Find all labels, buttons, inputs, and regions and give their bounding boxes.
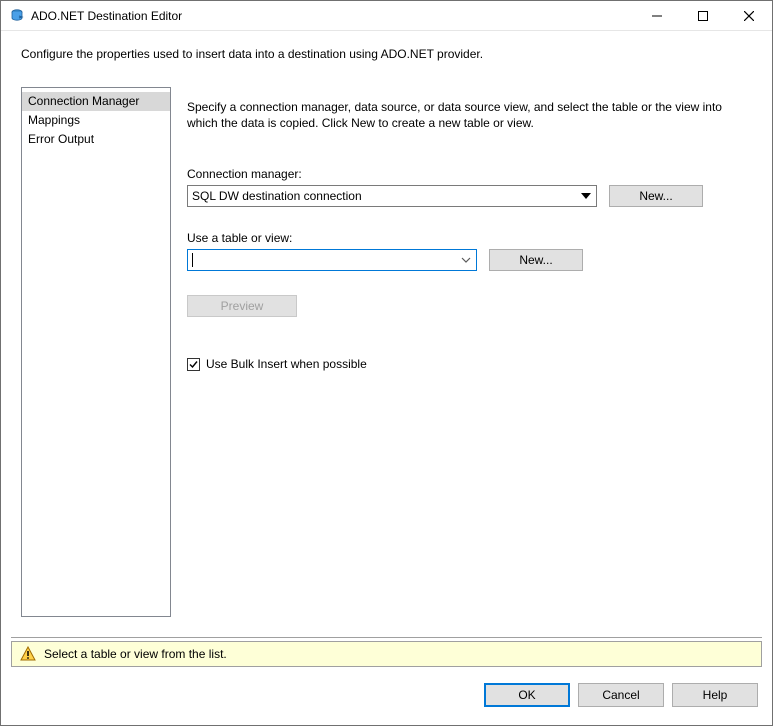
main-area: Connection Manager Mappings Error Output… [1,67,772,637]
status-message: Select a table or view from the list. [44,647,227,661]
table-label: Use a table or view: [187,231,752,245]
dropdown-arrow-icon [578,188,594,204]
window-title: ADO.NET Destination Editor [31,9,182,23]
sidebar-item-error-output[interactable]: Error Output [22,130,170,149]
sidebar: Connection Manager Mappings Error Output [21,87,171,617]
footer: OK Cancel Help [1,667,772,723]
connection-value: SQL DW destination connection [192,189,362,203]
bulk-insert-label: Use Bulk Insert when possible [206,357,367,371]
statusbar: Select a table or view from the list. [11,637,762,667]
warning-icon [20,646,36,662]
table-row: New... [187,249,752,271]
combo-arrow-icon [458,252,474,268]
connection-dropdown[interactable]: SQL DW destination connection [187,185,597,207]
cancel-button[interactable]: Cancel [578,683,664,707]
connection-label: Connection manager: [187,167,752,181]
connection-new-button[interactable]: New... [609,185,703,207]
minimize-button[interactable] [634,1,680,31]
status-inner: Select a table or view from the list. [11,641,762,667]
table-combobox[interactable] [187,249,477,271]
titlebar: ADO.NET Destination Editor [1,1,772,31]
sidebar-item-connection-manager[interactable]: Connection Manager [22,92,170,111]
window-buttons [634,1,772,31]
preview-row: Preview [187,295,752,317]
bulk-insert-row: Use Bulk Insert when possible [187,357,752,371]
bulk-insert-checkbox[interactable] [187,358,200,371]
connection-row: SQL DW destination connection New... [187,185,752,207]
content-panel: Specify a connection manager, data sourc… [187,87,752,617]
instruction-text: Configure the properties used to insert … [1,31,772,67]
maximize-button[interactable] [680,1,726,31]
table-new-button[interactable]: New... [489,249,583,271]
close-button[interactable] [726,1,772,31]
panel-description: Specify a connection manager, data sourc… [187,99,747,131]
app-icon [9,8,25,24]
ok-button[interactable]: OK [484,683,570,707]
sidebar-item-mappings[interactable]: Mappings [22,111,170,130]
preview-button: Preview [187,295,297,317]
help-button[interactable]: Help [672,683,758,707]
